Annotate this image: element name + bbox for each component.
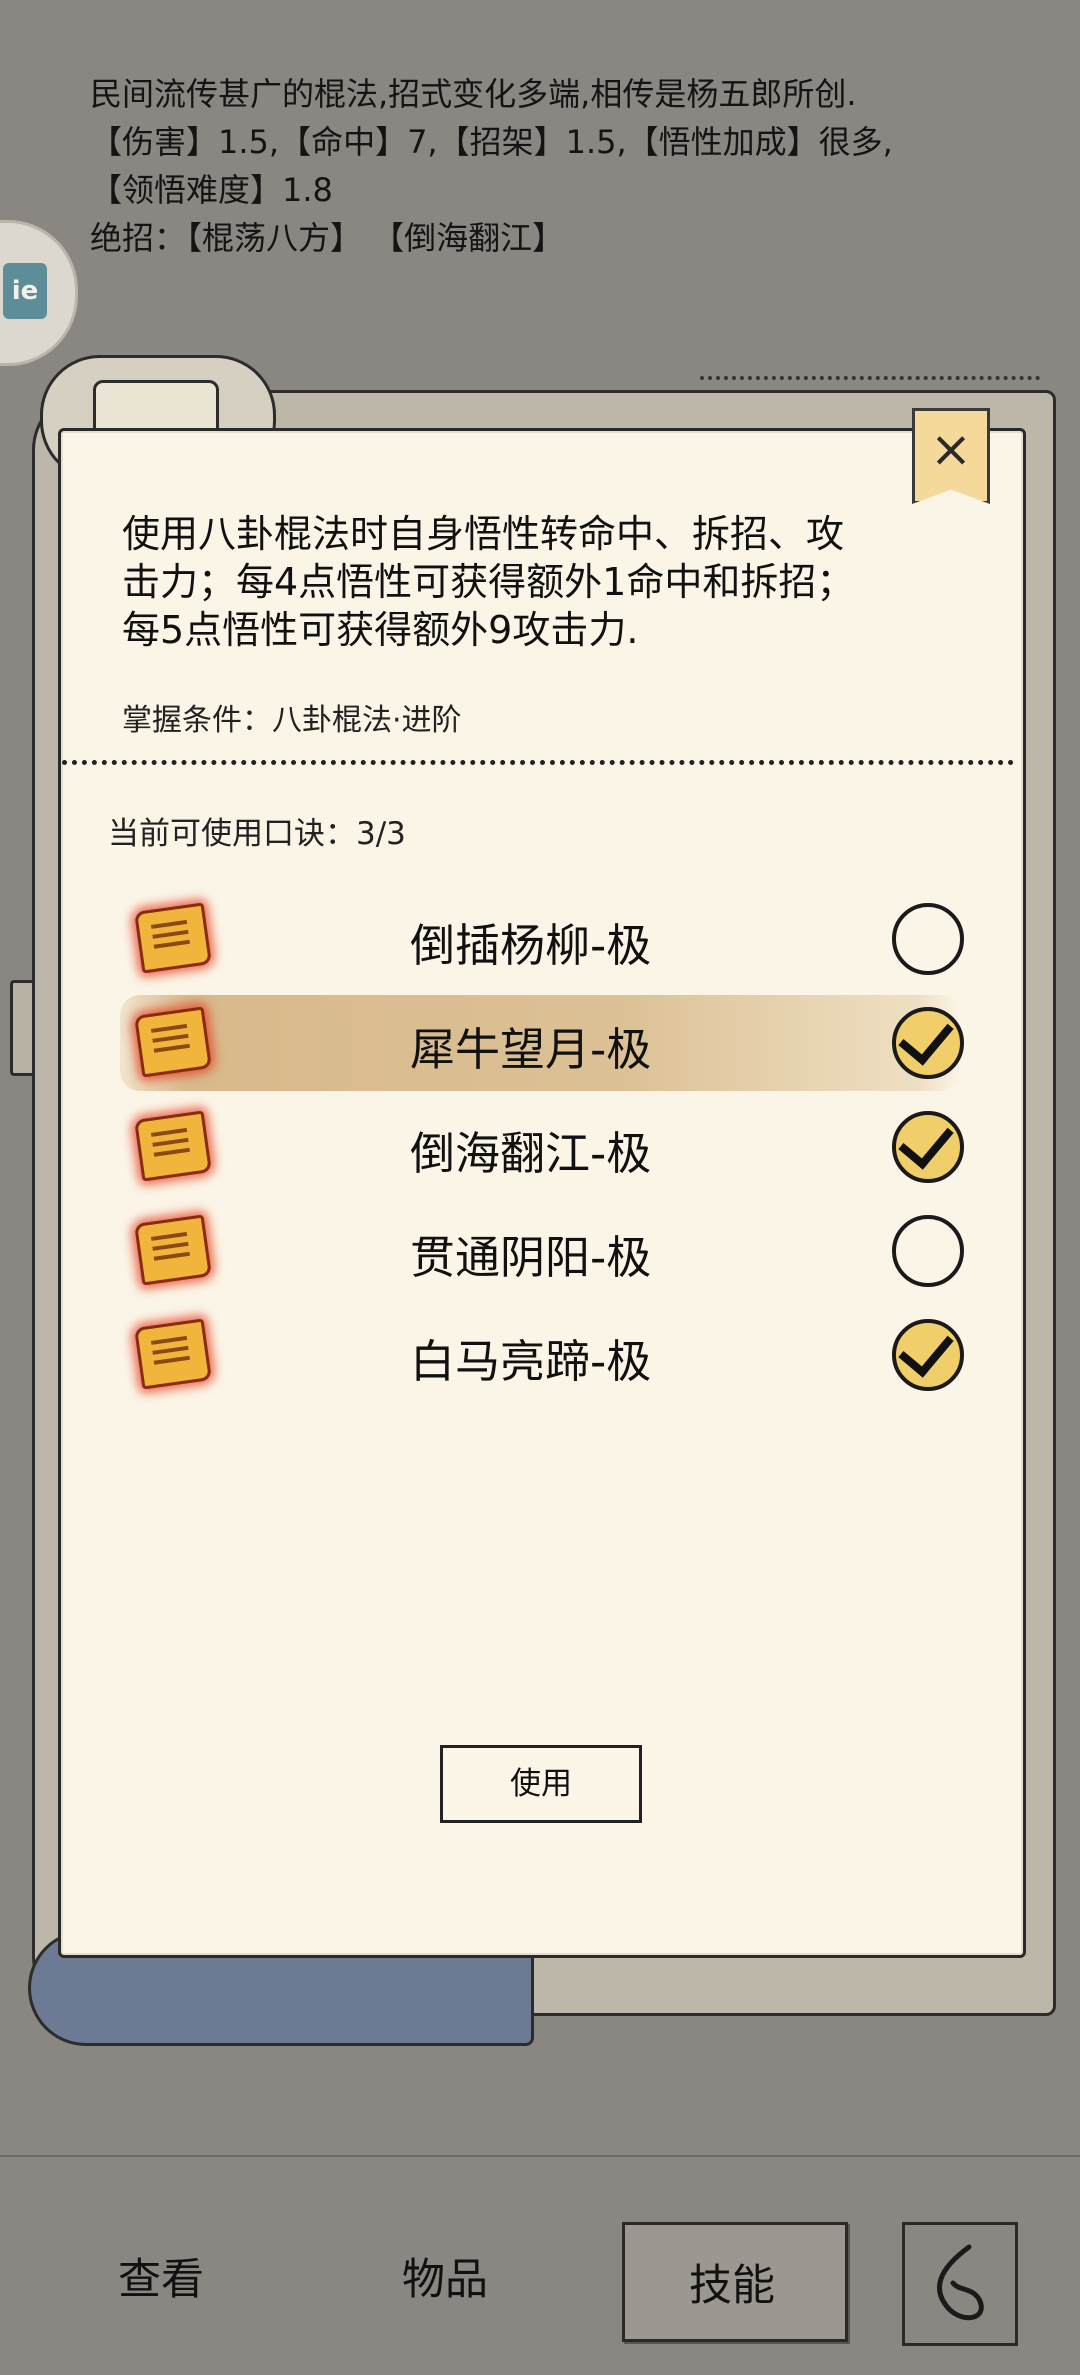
mantra-label: 贯通阴阳-极 — [410, 1231, 652, 1284]
available-count: 当前可使用口诀：3/3 — [108, 816, 406, 852]
checkbox-checked-icon[interactable] — [892, 1007, 964, 1079]
back-button[interactable] — [902, 2222, 1018, 2346]
scroll-icon — [134, 1006, 212, 1078]
mantra-item[interactable]: 倒插杨柳-极 — [120, 895, 980, 985]
close-icon: × — [930, 420, 972, 478]
side-menu-button[interactable]: ie — [0, 220, 78, 366]
nav-skills-tab[interactable]: 技能 — [622, 2222, 848, 2342]
skill-info-text: 民间流传甚广的棍法,招式变化多端,相传是杨五郎所创. 【伤害】1.5,【命中】7… — [90, 70, 893, 262]
skill-dialog — [58, 428, 1026, 1958]
nav-items[interactable]: 物品 — [402, 2245, 488, 2307]
checkbox-checked-icon[interactable] — [892, 1111, 964, 1183]
back-arrow-icon — [937, 2244, 984, 2321]
scroll-icon — [134, 902, 212, 974]
mantra-item-selected[interactable]: 犀牛望月-极 — [120, 995, 980, 1091]
nav-separator — [0, 2155, 1080, 2157]
mantra-label: 倒海翻江-极 — [410, 1127, 652, 1180]
checkbox-icon[interactable] — [892, 903, 964, 975]
mantra-item[interactable]: 白马亮蹄-极 — [120, 1311, 980, 1401]
mastery-condition: 掌握条件：八卦棍法·进阶 — [122, 703, 462, 738]
mantra-label: 倒插杨柳-极 — [410, 919, 652, 972]
nav-view[interactable]: 查看 — [118, 2245, 204, 2307]
description-line: 击力；每4点悟性可获得额外1命中和拆招； — [122, 560, 855, 604]
scroll-icon — [134, 1110, 212, 1182]
skill-info-line: 【伤害】1.5,【命中】7,【招架】1.5,【悟性加成】很多, — [90, 123, 893, 161]
scroll-icon — [134, 1214, 212, 1286]
skill-info-line: 民间流传甚广的棍法,招式变化多端,相传是杨五郎所创. — [90, 75, 857, 113]
dotted-divider — [62, 760, 1014, 765]
description-line: 使用八卦棍法时自身悟性转命中、拆招、攻 — [122, 512, 845, 556]
nav-skills-label: 技能 — [689, 2261, 775, 2311]
skill-description: 使用八卦棍法时自身悟性转命中、拆招、攻 击力；每4点悟性可获得额外1命中和拆招；… — [122, 510, 942, 654]
mantra-item[interactable]: 贯通阴阳-极 — [120, 1207, 980, 1297]
use-button[interactable]: 使用 — [440, 1745, 642, 1823]
mantra-label: 白马亮蹄-极 — [410, 1335, 652, 1388]
checkbox-checked-icon[interactable] — [892, 1319, 964, 1391]
checkbox-icon[interactable] — [892, 1215, 964, 1287]
mantra-item[interactable]: 倒海翻江-极 — [120, 1103, 980, 1193]
skill-info-line: 【领悟难度】1.8 — [90, 171, 333, 209]
side-menu-icon: ie — [3, 263, 47, 319]
scroll-dotted-edge — [700, 376, 1040, 380]
description-line: 每5点悟性可获得额外9攻击力. — [122, 608, 639, 652]
skill-info-line: 绝招：【棍荡八方】 【倒海翻江】 — [90, 219, 565, 257]
scroll-icon — [134, 1318, 212, 1390]
mantra-label: 犀牛望月-极 — [410, 1023, 652, 1076]
